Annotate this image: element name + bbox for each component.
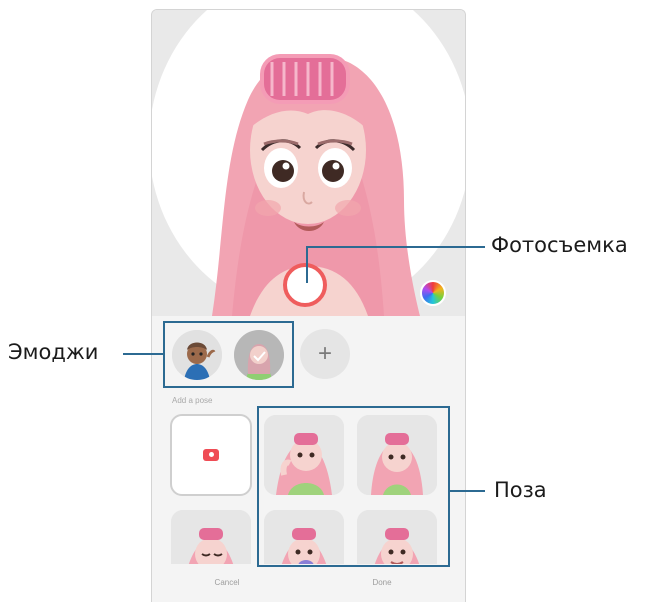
pose-tile-2[interactable] xyxy=(357,415,437,495)
capture-button[interactable] xyxy=(283,263,327,307)
capture-callout-line xyxy=(306,247,308,283)
avatar-girl-icon xyxy=(234,330,284,380)
color-palette-icon[interactable] xyxy=(420,280,446,306)
pose-callout-line xyxy=(450,490,485,492)
pose-chin-image xyxy=(357,415,437,495)
pose-callout-label: Поза xyxy=(494,478,547,502)
emoji-callout-line xyxy=(123,353,163,355)
capture-callout-line-horizontal xyxy=(306,246,485,248)
bottom-action-bar: Cancel Done xyxy=(152,564,465,602)
pose-section-label: Add a pose xyxy=(172,396,213,405)
avatar-boy-icon xyxy=(172,330,222,380)
emoji-thumbnail-2[interactable] xyxy=(234,330,284,380)
phone-screen: + Add a pose Cancel Done xyxy=(151,9,466,602)
avatar-preview xyxy=(152,10,465,316)
add-emoji-button[interactable]: + xyxy=(300,329,350,379)
pose-tile-1[interactable] xyxy=(264,415,344,495)
camera-pose-button[interactable] xyxy=(170,414,252,496)
emoji-callout-label: Эмоджи xyxy=(8,340,99,364)
pose-wave-image xyxy=(264,415,344,495)
emoji-thumbnail-1[interactable] xyxy=(172,330,222,380)
plus-icon: + xyxy=(317,340,332,367)
camera-icon xyxy=(203,449,219,461)
capture-callout-label: Фотосъемка xyxy=(491,233,628,257)
cancel-button[interactable]: Cancel xyxy=(187,578,267,587)
done-button[interactable]: Done xyxy=(342,578,422,587)
